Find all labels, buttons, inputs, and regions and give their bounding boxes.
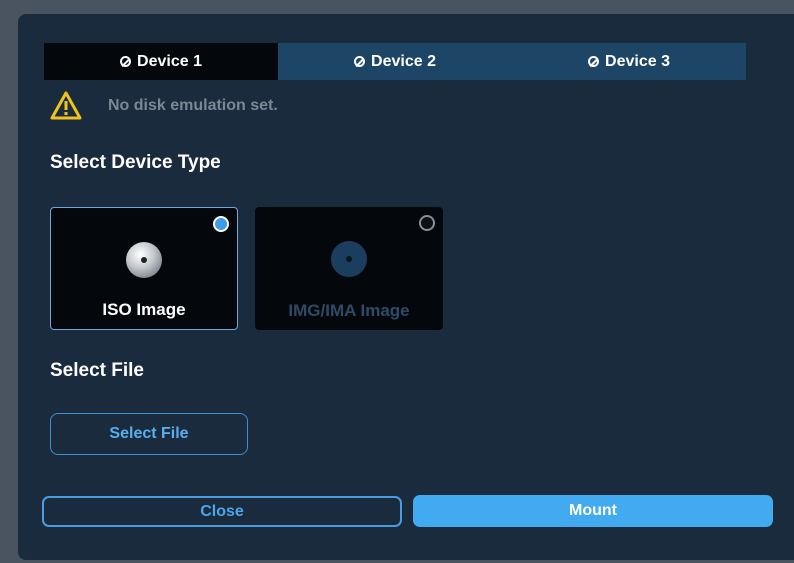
tab-device-1[interactable]: Device 1 (44, 43, 278, 80)
disc-icon (330, 240, 368, 283)
tab-device-2[interactable]: Device 2 (278, 43, 512, 80)
close-button[interactable]: Close (42, 496, 402, 527)
disc-icon (125, 241, 163, 284)
ban-icon (120, 56, 132, 67)
img-ima-image-option[interactable]: IMG/IMA Image (255, 207, 443, 330)
select-file-button[interactable]: Select File (50, 413, 248, 455)
warning-text: No disk emulation set. (108, 96, 278, 114)
warning-icon (50, 91, 82, 120)
tab-label: Device 2 (371, 52, 436, 70)
radio-selected[interactable] (213, 216, 229, 232)
mount-button[interactable]: Mount (413, 495, 773, 527)
ban-icon (588, 56, 600, 67)
radio-unselected[interactable] (419, 215, 435, 231)
option-label: IMG/IMA Image (288, 301, 410, 320)
warning-message: No disk emulation set. (50, 91, 278, 120)
device-tabs: Device 1 Device 2 Device 3 (44, 43, 746, 80)
tab-device-3[interactable]: Device 3 (512, 43, 746, 80)
option-label: ISO Image (102, 300, 186, 319)
ban-icon (354, 56, 366, 67)
iso-image-option[interactable]: ISO Image (50, 207, 238, 330)
select-file-heading: Select File (50, 360, 144, 381)
tab-label: Device 1 (137, 52, 202, 70)
virtual-media-dialog: Device 1 Device 2 Device 3 No disk emula… (18, 14, 794, 560)
tab-label: Device 3 (605, 52, 670, 70)
device-type-heading: Select Device Type (50, 152, 221, 173)
